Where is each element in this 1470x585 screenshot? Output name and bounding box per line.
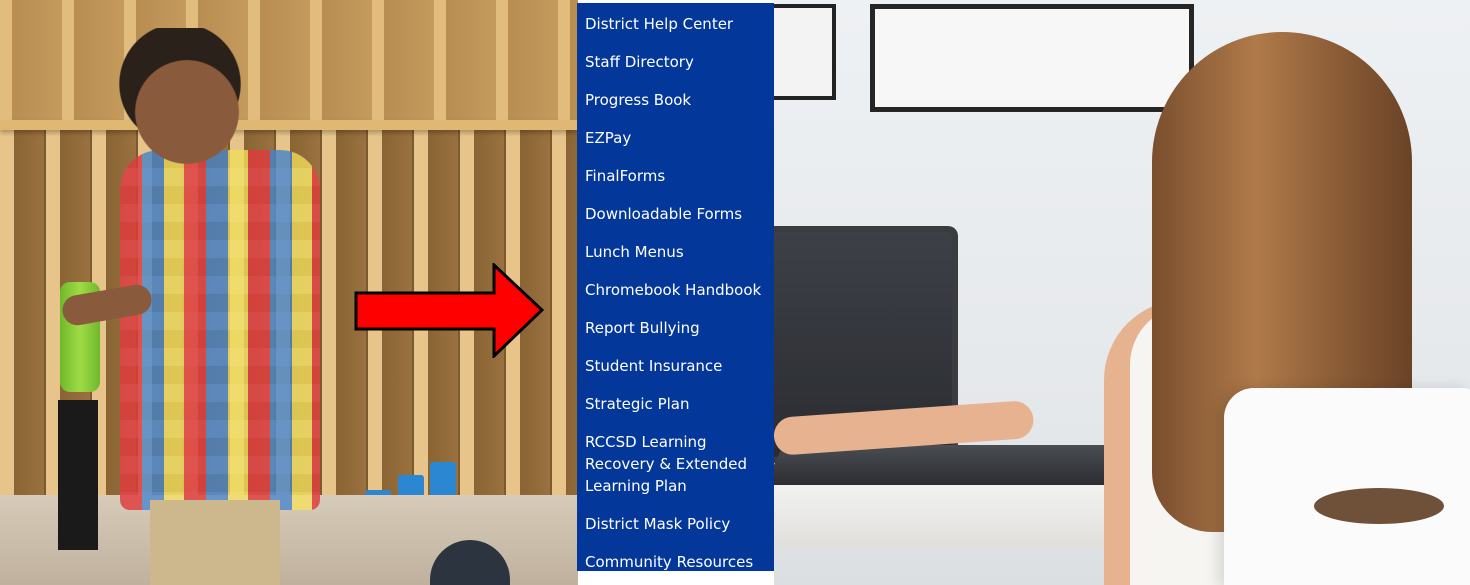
link-student-insurance[interactable]: Student Insurance xyxy=(577,351,774,389)
list-item: Student Insurance xyxy=(577,351,774,389)
list-item: Strategic Plan xyxy=(577,389,774,427)
wall-picture-frame xyxy=(774,4,836,100)
list-item: FinalForms xyxy=(577,161,774,199)
list-item: RCCSD Learning Recovery & Extended Learn… xyxy=(577,427,774,509)
link-finalforms[interactable]: FinalForms xyxy=(577,161,774,199)
link-district-help-center[interactable]: District Help Center xyxy=(577,9,774,47)
link-downloadable-forms[interactable]: Downloadable Forms xyxy=(577,199,774,237)
white-chair xyxy=(1224,388,1470,585)
red-arrow-shape xyxy=(354,263,544,358)
link-community-resources[interactable]: Community Resources xyxy=(577,547,774,585)
hero-photo-right xyxy=(774,0,1470,585)
link-report-bullying[interactable]: Report Bullying xyxy=(577,313,774,351)
link-ezpay[interactable]: EZPay xyxy=(577,123,774,161)
quick-links-menu: District Help Center Staff Directory Pro… xyxy=(577,3,774,571)
list-item: District Help Center xyxy=(577,9,774,47)
list-item: Downloadable Forms xyxy=(577,199,774,237)
shelf-divider xyxy=(0,120,578,130)
list-item: Chromebook Handbook xyxy=(577,275,774,313)
list-item: Staff Directory xyxy=(577,47,774,85)
link-lunch-menus[interactable]: Lunch Menus xyxy=(577,237,774,275)
link-strategic-plan[interactable]: Strategic Plan xyxy=(577,389,774,427)
list-item: Progress Book xyxy=(577,85,774,123)
list-item: Lunch Menus xyxy=(577,237,774,275)
boy-pants xyxy=(150,500,280,585)
list-item: Community Resources xyxy=(577,547,774,585)
red-arrow-icon xyxy=(354,263,544,358)
cubby-upper-shelves xyxy=(0,0,578,130)
list-item: Report Bullying xyxy=(577,313,774,351)
boy-plaid-shirt xyxy=(120,150,320,510)
link-progress-book[interactable]: Progress Book xyxy=(577,85,774,123)
wall-picture-frame-large xyxy=(870,4,1194,112)
boy-head xyxy=(110,28,250,168)
link-staff-directory[interactable]: Staff Directory xyxy=(577,47,774,85)
backpack-strap xyxy=(58,400,98,550)
quick-links-list: District Help Center Staff Directory Pro… xyxy=(577,9,774,585)
list-item: EZPay xyxy=(577,123,774,161)
link-chromebook-handbook[interactable]: Chromebook Handbook xyxy=(577,275,774,313)
link-district-mask-policy[interactable]: District Mask Policy xyxy=(577,509,774,547)
chair-handle-hole xyxy=(1314,488,1444,524)
list-item: District Mask Policy xyxy=(577,509,774,547)
link-learning-recovery-plan[interactable]: RCCSD Learning Recovery & Extended Learn… xyxy=(577,427,774,509)
